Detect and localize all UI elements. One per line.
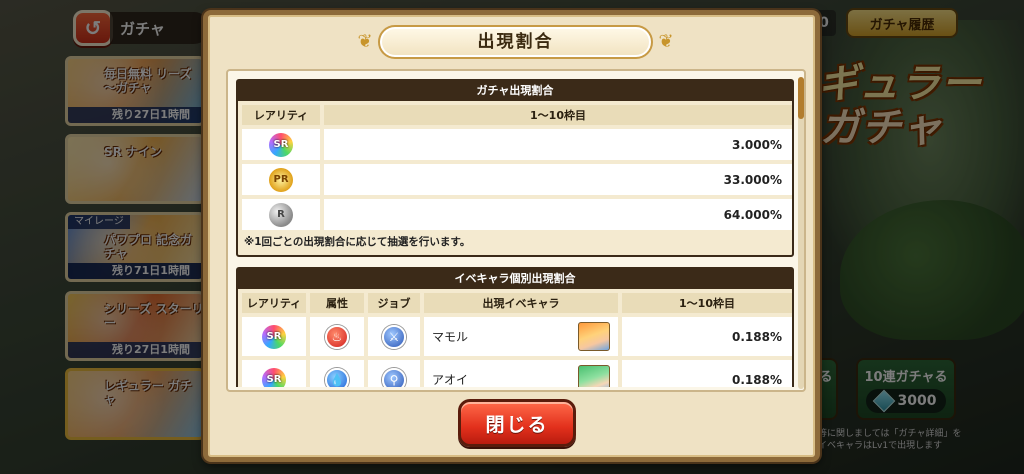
rate-note: ※1回ごとの出現割合に応じて抽選を行います。 bbox=[244, 236, 471, 248]
character-portrait bbox=[578, 322, 610, 351]
rarity-cell: SR bbox=[242, 129, 320, 160]
drop-rate-dialog: ❦ ❦ 出現割合 ガチャ出現割合 レアリティ 1〜10枠目 SR 3.000% bbox=[203, 10, 820, 462]
character-cell: マモル bbox=[424, 317, 618, 356]
character-name: マモル bbox=[432, 330, 469, 344]
column-header-slot: 1〜10枠目 bbox=[622, 293, 792, 313]
dialog-content: ガチャ出現割合 レアリティ 1〜10枠目 SR 3.000% PR 33.000… bbox=[226, 69, 806, 392]
dialog-title: 出現割合 bbox=[477, 32, 554, 52]
rate-cell: 3.000% bbox=[324, 129, 792, 160]
section-heading: イベキャラ個別出現割合 bbox=[238, 269, 792, 289]
table-row: R 64.000% bbox=[238, 199, 792, 234]
gacha-rate-section: ガチャ出現割合 レアリティ 1〜10枠目 SR 3.000% PR 33.000… bbox=[236, 79, 794, 257]
right-ornament-icon: ❦ bbox=[658, 31, 674, 52]
table-row: SR 3.000% bbox=[238, 129, 792, 164]
scrollbar[interactable] bbox=[798, 77, 804, 389]
rarity-r-icon: R bbox=[269, 202, 293, 227]
section-heading: ガチャ出現割合 bbox=[238, 81, 792, 101]
fire-attribute-icon: ♨ bbox=[325, 324, 349, 349]
close-button[interactable]: 閉じる bbox=[458, 399, 576, 447]
job-cell: ⚲ bbox=[368, 360, 420, 387]
rarity-sr-icon: SR bbox=[269, 132, 293, 157]
character-name: アオイ bbox=[432, 373, 469, 387]
rate-cell: 33.000% bbox=[324, 164, 792, 195]
event-chara-rate-section: イベキャラ個別出現割合 レアリティ 属性 ジョブ 出現イベキャラ 1〜10枠目 … bbox=[236, 267, 794, 387]
column-header-job: ジョブ bbox=[368, 293, 420, 313]
column-header-rarity: レアリティ bbox=[242, 105, 320, 125]
wand-job-icon: ⚲ bbox=[382, 367, 406, 387]
job-cell: ⚔ bbox=[368, 317, 420, 356]
dialog-header: ❦ ❦ 出現割合 bbox=[348, 21, 683, 63]
rarity-sr-icon: SR bbox=[262, 367, 286, 387]
column-header-rarity: レアリティ bbox=[242, 293, 306, 313]
rarity-pr-icon: PR bbox=[269, 167, 293, 192]
column-header-character: 出現イベキャラ bbox=[424, 293, 618, 313]
sword-job-icon: ⚔ bbox=[382, 324, 406, 349]
column-header-attribute: 属性 bbox=[310, 293, 364, 313]
table-row: PR 33.000% bbox=[238, 164, 792, 199]
rate-table-scroll-area[interactable]: ガチャ出現割合 レアリティ 1〜10枠目 SR 3.000% PR 33.000… bbox=[236, 79, 794, 387]
rate-cell: 0.188% bbox=[622, 317, 792, 356]
water-attribute-icon: 💧 bbox=[325, 367, 349, 387]
table-row: SR 💧 ⚲ アオイ 0.188% bbox=[238, 360, 792, 387]
scrollbar-thumb[interactable] bbox=[798, 77, 804, 119]
character-cell: アオイ bbox=[424, 360, 618, 387]
rarity-cell: SR bbox=[242, 360, 306, 387]
character-portrait bbox=[578, 365, 610, 387]
rarity-cell: R bbox=[242, 199, 320, 230]
rate-cell: 0.188% bbox=[622, 360, 792, 387]
attribute-cell: 💧 bbox=[310, 360, 364, 387]
table-header-row: レアリティ 1〜10枠目 bbox=[238, 105, 792, 129]
rarity-cell: PR bbox=[242, 164, 320, 195]
left-ornament-icon: ❦ bbox=[357, 31, 373, 52]
table-header-row: レアリティ 属性 ジョブ 出現イベキャラ 1〜10枠目 bbox=[238, 293, 792, 317]
rarity-cell: SR bbox=[242, 317, 306, 356]
rarity-sr-icon: SR bbox=[262, 324, 286, 349]
rate-cell: 64.000% bbox=[324, 199, 792, 230]
column-header-slot: 1〜10枠目 bbox=[324, 105, 792, 125]
table-row: SR ♨ ⚔ マモル 0.188% bbox=[238, 317, 792, 360]
attribute-cell: ♨ bbox=[310, 317, 364, 356]
